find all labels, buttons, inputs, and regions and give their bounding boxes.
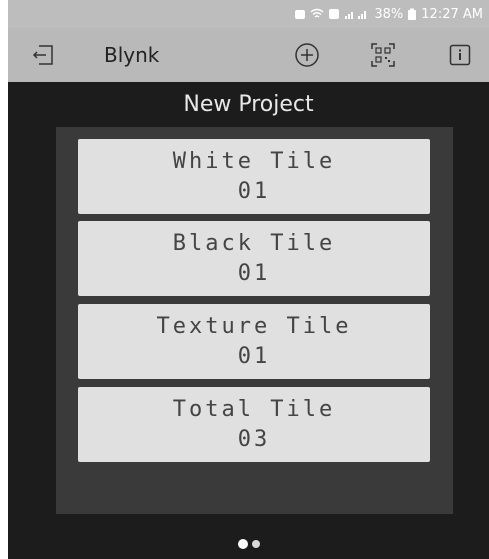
tile-value: 01 (237, 178, 271, 204)
widget-canvas: White Tile 01 Black Tile 01 Texture Tile… (56, 127, 453, 514)
phone-screen: 38% 12:27 AM Blynk New Project White Til… (8, 0, 489, 559)
app-bar: Blynk (8, 28, 489, 82)
add-circle-icon (295, 43, 319, 67)
exit-icon (32, 45, 53, 65)
app-title: Blynk (104, 43, 160, 67)
info-button[interactable] (444, 28, 476, 82)
status-bar: 38% 12:27 AM (8, 0, 489, 28)
tile-label: Black Tile (172, 230, 336, 256)
qr-code-icon (371, 43, 395, 67)
wifi-icon (310, 8, 324, 18)
value-tile[interactable]: White Tile 01 (78, 139, 430, 214)
tile-label: Total Tile (172, 396, 336, 422)
alarm-icon (295, 10, 306, 19)
tile-label: Texture Tile (156, 313, 352, 339)
info-icon (449, 44, 471, 66)
value-tile[interactable]: Texture Tile 01 (78, 304, 430, 379)
sim-icon (329, 9, 340, 19)
page-indicator[interactable] (8, 539, 489, 549)
tile-label: White Tile (172, 148, 336, 174)
battery-icon (408, 8, 417, 20)
page-dot[interactable] (251, 540, 260, 548)
clock: 12:27 AM (421, 6, 483, 22)
tile-value: 01 (237, 343, 271, 369)
tile-value: 01 (237, 260, 271, 286)
project-title: New Project (183, 92, 314, 117)
signal-icon (345, 11, 367, 19)
exit-button[interactable] (28, 28, 60, 82)
battery-percent: 38% (374, 6, 404, 22)
qr-code-button[interactable] (366, 28, 400, 82)
add-widget-button[interactable] (287, 28, 327, 82)
value-tile[interactable]: Black Tile 01 (78, 221, 430, 296)
tile-value: 03 (237, 426, 271, 452)
page-dot-active[interactable] (237, 539, 248, 549)
value-tile[interactable]: Total Tile 03 (78, 387, 430, 462)
